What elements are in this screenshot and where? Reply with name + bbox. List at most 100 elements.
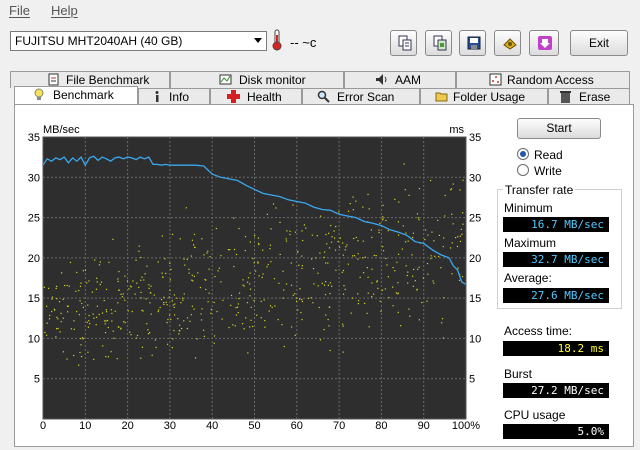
access-time-point bbox=[206, 252, 208, 254]
access-time-point bbox=[398, 201, 400, 203]
access-time-point bbox=[457, 236, 459, 238]
access-time-point bbox=[364, 302, 366, 304]
access-time-point bbox=[164, 258, 166, 260]
access-time-point bbox=[350, 312, 352, 314]
access-time-point bbox=[407, 282, 409, 284]
access-time-point bbox=[236, 306, 239, 308]
access-time-point bbox=[297, 309, 299, 311]
access-time-point bbox=[76, 310, 78, 313]
access-time-point bbox=[317, 272, 319, 274]
access-time-point bbox=[191, 279, 193, 281]
access-time-point bbox=[179, 238, 181, 240]
access-time-point bbox=[316, 235, 318, 237]
access-time-point bbox=[171, 300, 173, 302]
access-time-point bbox=[170, 318, 172, 321]
access-time-point bbox=[157, 310, 159, 313]
access-time-point bbox=[80, 282, 82, 284]
access-time-point bbox=[169, 262, 171, 264]
access-time-point bbox=[249, 241, 251, 243]
access-time-point bbox=[113, 337, 115, 339]
access-time-point bbox=[100, 281, 103, 283]
write-radio[interactable] bbox=[517, 164, 529, 176]
access-time-point bbox=[331, 236, 333, 238]
access-time-point bbox=[151, 354, 153, 356]
access-time-point bbox=[328, 325, 330, 327]
access-time-point bbox=[318, 306, 320, 309]
access-time-point bbox=[373, 254, 375, 257]
access-time-point bbox=[48, 318, 51, 320]
access-time-point bbox=[169, 279, 172, 281]
access-time-point bbox=[342, 242, 344, 244]
access-time-point bbox=[69, 261, 72, 264]
access-time-point bbox=[352, 255, 354, 257]
access-time-point bbox=[416, 213, 419, 215]
access-time-point bbox=[220, 281, 222, 283]
y-tick-label-right: 35 bbox=[469, 132, 481, 144]
access-time-point bbox=[165, 301, 167, 303]
access-time-point bbox=[180, 302, 182, 304]
access-time-point bbox=[233, 265, 235, 268]
access-time-point bbox=[263, 299, 265, 301]
access-time-point bbox=[201, 238, 203, 240]
access-time-point bbox=[215, 227, 217, 230]
access-time-point bbox=[135, 337, 137, 339]
access-time-point bbox=[370, 229, 373, 231]
access-time-point bbox=[149, 302, 151, 304]
access-time-point bbox=[63, 284, 66, 287]
access-time-point bbox=[345, 246, 347, 248]
access-time-point bbox=[275, 207, 277, 209]
y-tick-label-right: 5 bbox=[469, 374, 475, 386]
access-time-point bbox=[412, 232, 415, 234]
access-time-point bbox=[233, 217, 235, 219]
access-time-point bbox=[289, 230, 291, 232]
access-time-point bbox=[131, 310, 133, 313]
access-time-point bbox=[138, 250, 140, 252]
access-time-point bbox=[366, 267, 368, 269]
y-tick-label-right: 25 bbox=[469, 213, 481, 225]
access-time-point bbox=[184, 264, 186, 266]
access-time-point bbox=[294, 334, 296, 336]
access-time-point bbox=[255, 270, 257, 272]
access-time-point bbox=[86, 321, 88, 323]
access-time-point bbox=[443, 297, 445, 299]
access-time-point bbox=[402, 225, 404, 227]
access-time-point bbox=[430, 257, 432, 260]
access-time-value: 18.2 ms bbox=[503, 341, 609, 356]
access-time-point bbox=[308, 297, 310, 299]
access-time-point bbox=[380, 310, 382, 312]
access-time-point bbox=[344, 249, 346, 251]
access-time-point bbox=[251, 325, 254, 328]
access-time-point bbox=[364, 256, 366, 258]
access-time-point bbox=[417, 217, 419, 219]
access-time-point bbox=[110, 309, 112, 311]
access-time-point bbox=[163, 296, 165, 298]
access-time-point bbox=[117, 278, 119, 280]
access-time-point bbox=[437, 219, 439, 222]
access-time-point bbox=[315, 257, 317, 259]
access-time-point bbox=[418, 219, 420, 221]
access-time-point bbox=[324, 251, 326, 253]
y-tick-label-left: 5 bbox=[34, 374, 40, 386]
access-time-point bbox=[46, 322, 48, 324]
access-time-point bbox=[88, 314, 90, 317]
access-time-point bbox=[107, 326, 109, 329]
access-time-point bbox=[396, 261, 398, 263]
access-time-point bbox=[303, 224, 306, 226]
access-time-point bbox=[285, 240, 288, 242]
y-tick-label-right: 20 bbox=[469, 253, 481, 265]
read-radio[interactable] bbox=[517, 148, 529, 160]
y-tick-label-right: 30 bbox=[469, 172, 481, 184]
access-time-point bbox=[208, 292, 210, 294]
access-time-point bbox=[405, 265, 407, 267]
access-time-point bbox=[117, 280, 119, 283]
y-tick-label-left: 15 bbox=[28, 293, 40, 305]
maximum-label: Maximum bbox=[504, 236, 557, 250]
access-time-point bbox=[149, 292, 151, 294]
maximum-value: 32.7 MB/sec bbox=[503, 252, 609, 267]
start-button[interactable]: Start bbox=[517, 118, 601, 139]
access-time-point bbox=[238, 227, 240, 230]
access-time-point bbox=[250, 319, 252, 321]
access-time-point bbox=[319, 252, 321, 254]
access-time-point bbox=[242, 279, 244, 281]
access-time-point bbox=[412, 275, 414, 277]
